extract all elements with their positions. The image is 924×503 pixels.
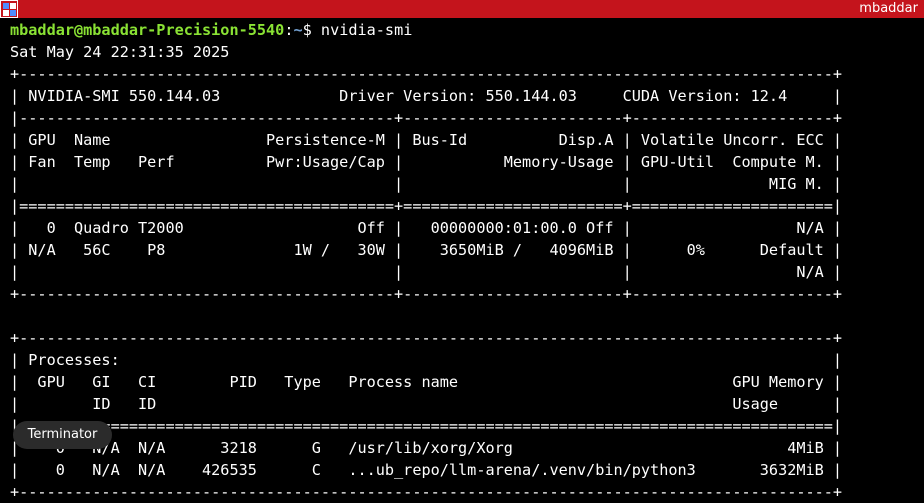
output-line: |=======================================… bbox=[10, 417, 843, 435]
output-line: | 0 Quadro T2000 Off | 00000000:01:00.0 … bbox=[10, 219, 843, 237]
output-line: Sat May 24 22:31:35 2025 bbox=[10, 43, 230, 61]
prompt-command: nvidia-smi bbox=[320, 21, 413, 39]
output-line: | Fan Temp Perf Pwr:Usage/Cap | Memory-U… bbox=[10, 153, 843, 171]
output-line: | N/A 56C P8 1W / 30W | 3650MiB / 4096Mi… bbox=[10, 241, 843, 259]
window-title: mbaddar bbox=[859, 1, 918, 16]
terminal-titlebar[interactable]: mbaddar bbox=[0, 0, 924, 18]
terminator-app-icon[interactable] bbox=[0, 0, 18, 18]
prompt-symbol: $ bbox=[302, 21, 321, 39]
terminal-output[interactable]: mbaddar@mbaddar-Precision-5540:~$ nvidia… bbox=[10, 19, 842, 503]
output-line: | | | MIG M. | bbox=[10, 175, 843, 193]
output-line: | ID ID Usage | bbox=[10, 395, 843, 413]
prompt-path: ~ bbox=[293, 21, 303, 39]
output-line: | Processes: | bbox=[10, 351, 843, 369]
command-output: Sat May 24 22:31:35 2025 +---------------… bbox=[10, 41, 842, 503]
output-line: +---------------------------------------… bbox=[10, 329, 843, 347]
output-line: |---------------------------------------… bbox=[10, 109, 843, 127]
output-line: +---------------------------------------… bbox=[10, 483, 843, 501]
output-line: | | | N/A | bbox=[10, 263, 843, 281]
output-line: | 0 N/A N/A 3218 G /usr/lib/xorg/Xorg 4M… bbox=[10, 439, 843, 457]
prompt-line: mbaddar@mbaddar-Precision-5540:~$ nvidia… bbox=[10, 19, 842, 41]
output-line: | NVIDIA-SMI 550.144.03 Driver Version: … bbox=[10, 87, 843, 105]
output-line: | GPU GI CI PID Type Process name GPU Me… bbox=[10, 373, 843, 391]
output-line: | GPU Name Persistence-M | Bus-Id Disp.A… bbox=[10, 131, 843, 149]
output-line: +---------------------------------------… bbox=[10, 65, 843, 83]
prompt-user-host: mbaddar@mbaddar-Precision-5540 bbox=[10, 21, 285, 39]
output-line: | 0 N/A N/A 426535 C ...ub_repo/llm-aren… bbox=[10, 461, 843, 479]
output-line: +---------------------------------------… bbox=[10, 285, 843, 303]
terminator-tooltip: Terminator bbox=[13, 421, 112, 449]
output-line: |=======================================… bbox=[10, 197, 843, 215]
